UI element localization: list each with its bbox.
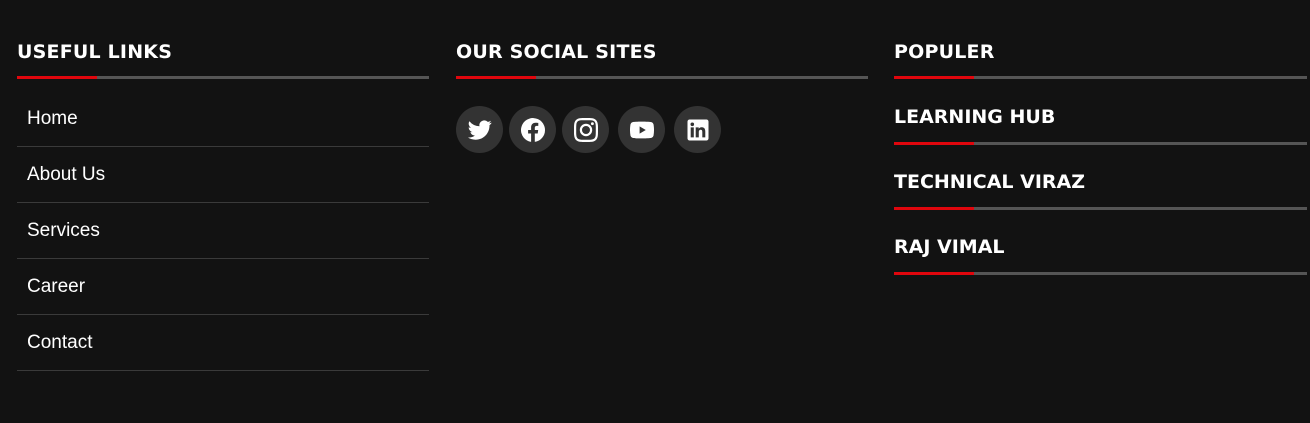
facebook-button[interactable] xyxy=(509,106,556,153)
popular-item-technical-viraz[interactable]: TECHNICAL VIRAZ xyxy=(894,170,1085,194)
link-services[interactable]: Services xyxy=(17,203,429,259)
youtube-button[interactable] xyxy=(618,106,665,153)
twitter-button[interactable] xyxy=(456,106,503,153)
divider-accent xyxy=(17,76,97,79)
popular-item-learning-hub[interactable]: LEARNING HUB xyxy=(894,105,1055,129)
link-home[interactable]: Home xyxy=(17,92,429,147)
popular-heading: POPULER xyxy=(894,41,995,63)
divider-accent xyxy=(894,207,974,210)
popular-item-raj-vimal[interactable]: RAJ VIMAL xyxy=(894,235,1005,259)
link-career[interactable]: Career xyxy=(17,259,429,315)
instagram-button[interactable] xyxy=(562,106,609,153)
social-heading: OUR SOCIAL SITES xyxy=(456,41,657,63)
link-contact[interactable]: Contact xyxy=(17,315,429,371)
youtube-icon xyxy=(629,121,654,138)
divider-accent xyxy=(456,76,536,79)
divider-accent xyxy=(894,272,974,275)
social-icons xyxy=(456,106,727,153)
popular-divider xyxy=(894,76,1307,79)
useful-links-list: Home About Us Services Career Contact xyxy=(17,92,429,371)
instagram-icon xyxy=(573,117,598,142)
linkedin-button[interactable] xyxy=(674,106,721,153)
twitter-icon xyxy=(467,119,492,140)
linkedin-icon xyxy=(687,119,708,140)
divider-accent xyxy=(894,142,974,145)
facebook-icon xyxy=(520,117,545,142)
popular-item-divider xyxy=(894,207,1307,210)
popular-item-divider xyxy=(894,272,1307,275)
popular-item-divider xyxy=(894,142,1307,145)
divider-accent xyxy=(894,76,974,79)
link-about-us[interactable]: About Us xyxy=(17,147,429,203)
social-divider xyxy=(456,76,868,79)
useful-links-divider xyxy=(17,76,429,79)
useful-links-heading: USEFUL LINKS xyxy=(17,41,173,63)
